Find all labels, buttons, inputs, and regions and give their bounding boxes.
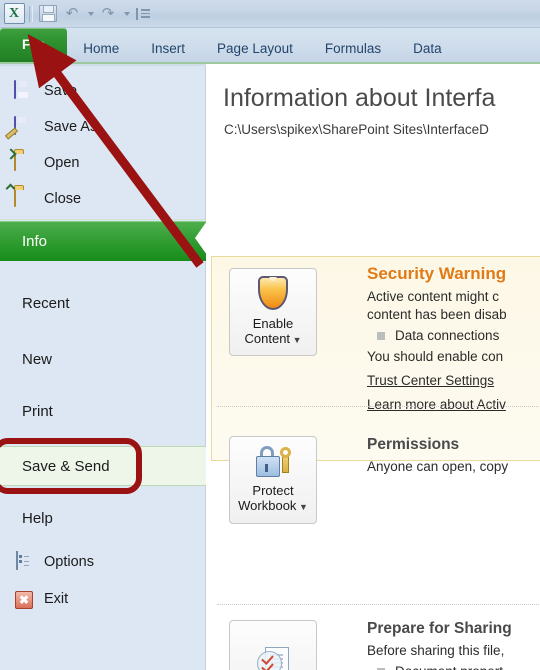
options-icon bbox=[14, 551, 36, 572]
sidebar-item-new[interactable]: New bbox=[0, 342, 206, 376]
permissions-text: Permissions Anyone can open, copy bbox=[367, 436, 508, 476]
backstage-sidebar: Save Save As Open Close Info Recent New … bbox=[0, 64, 207, 670]
tab-page-layout[interactable]: Page Layout bbox=[201, 34, 309, 64]
sidebar-item-open[interactable]: Open bbox=[0, 146, 206, 180]
excel-backstage-window: X ↶ ↷ File Home Insert Page Layout Formu… bbox=[0, 0, 540, 670]
sidebar-item-print[interactable]: Print bbox=[0, 394, 206, 428]
enable-content-button-label: Enable Content ▼ bbox=[244, 316, 302, 346]
customize-quick-access-icon[interactable] bbox=[132, 2, 154, 25]
security-warning-bullet: Data connections bbox=[395, 328, 500, 343]
sidebar-item-options[interactable]: Options bbox=[0, 545, 206, 579]
toolbar-separator bbox=[29, 5, 33, 22]
tab-data[interactable]: Data bbox=[397, 34, 458, 64]
tab-insert[interactable]: Insert bbox=[135, 34, 201, 64]
section-divider bbox=[217, 406, 540, 407]
prepare-for-sharing-bullet: Document propert bbox=[395, 664, 503, 670]
file-path-label: C:\Users\spikex\SharePoint Sites\Interfa… bbox=[224, 122, 489, 137]
sidebar-item-label: Help bbox=[22, 509, 53, 527]
tab-formulas[interactable]: Formulas bbox=[309, 34, 397, 64]
open-folder-icon bbox=[14, 152, 36, 173]
sidebar-item-help[interactable]: Help bbox=[0, 501, 206, 535]
security-warning-text: Security Warning Active content might c … bbox=[367, 264, 507, 412]
permissions-heading: Permissions bbox=[367, 436, 460, 453]
sidebar-item-label: Close bbox=[44, 191, 82, 207]
page-title: Information about Interfa bbox=[223, 84, 496, 112]
enable-content-line2: Content bbox=[244, 331, 291, 346]
security-warning-body-line2: content has been disab bbox=[367, 307, 507, 322]
sidebar-item-label: Open bbox=[44, 155, 80, 171]
sidebar-item-recent[interactable]: Recent bbox=[0, 286, 206, 320]
protect-workbook-line1: Protect bbox=[252, 483, 294, 498]
sidebar-item-label: Exit bbox=[44, 591, 69, 607]
info-pane: Information about Interfa C:\Users\spike… bbox=[207, 64, 540, 670]
enable-content-button[interactable]: Enable Content ▼ bbox=[229, 268, 317, 356]
sidebar-item-save-and-send[interactable]: Save & Send bbox=[0, 446, 206, 486]
undo-dropdown-icon[interactable] bbox=[84, 2, 96, 25]
save-floppy-icon bbox=[14, 80, 36, 101]
bullet-square-icon bbox=[377, 331, 385, 340]
save-floppy-icon[interactable] bbox=[36, 2, 60, 25]
sidebar-item-label: Save As bbox=[44, 119, 98, 135]
lock-key-icon bbox=[256, 445, 291, 477]
tab-file[interactable]: File bbox=[0, 28, 68, 64]
sidebar-item-label: Options bbox=[44, 554, 94, 570]
sidebar-item-label: Print bbox=[22, 402, 53, 420]
sidebar-item-label: Recent bbox=[22, 294, 70, 312]
sidebar-item-save-as[interactable]: Save As bbox=[0, 110, 206, 144]
undo-arrow-icon[interactable]: ↶ bbox=[60, 2, 84, 25]
quick-access-toolbar: X ↶ ↷ bbox=[2, 1, 154, 26]
protect-workbook-line2: Workbook bbox=[238, 498, 297, 513]
protect-workbook-button-label: Protect Workbook ▼ bbox=[238, 483, 308, 513]
sidebar-item-label: Save bbox=[44, 83, 78, 99]
sidebar-item-label: Info bbox=[22, 232, 48, 250]
save-as-icon bbox=[14, 116, 36, 137]
sidebar-item-exit[interactable]: ✖ Exit bbox=[0, 582, 206, 616]
sidebar-item-label: New bbox=[22, 350, 53, 368]
protect-workbook-button[interactable]: Protect Workbook ▼ bbox=[229, 436, 317, 524]
tab-home[interactable]: Home bbox=[67, 34, 135, 64]
security-warning-heading: Security Warning bbox=[367, 264, 507, 283]
title-bar: X ↶ ↷ bbox=[0, 0, 540, 28]
sidebar-item-info[interactable]: Info bbox=[0, 221, 207, 261]
sidebar-item-close[interactable]: Close bbox=[0, 182, 206, 216]
section-divider bbox=[217, 604, 540, 605]
trust-center-settings-link[interactable]: Trust Center Settings bbox=[367, 373, 507, 388]
sidebar-item-save[interactable]: Save bbox=[0, 74, 206, 108]
excel-logo-icon[interactable]: X bbox=[2, 2, 26, 25]
learn-more-active-content-link[interactable]: Learn more about Activ bbox=[367, 397, 507, 412]
prepare-for-sharing-body-line1: Before sharing this file, bbox=[367, 643, 505, 658]
shield-icon bbox=[258, 276, 288, 310]
info-top-edge bbox=[0, 219, 206, 220]
ribbon-tabs: File Home Insert Page Layout Formulas Da… bbox=[0, 28, 458, 64]
prepare-for-sharing-text: Prepare for Sharing Before sharing this … bbox=[367, 620, 512, 670]
ribbon-tab-strip: File Home Insert Page Layout Formulas Da… bbox=[0, 28, 540, 64]
document-check-icon bbox=[257, 647, 289, 670]
exit-icon: ✖ bbox=[14, 589, 36, 609]
sidebar-item-label: Save & Send bbox=[22, 457, 110, 475]
security-warning-body-line3: You should enable con bbox=[367, 349, 504, 364]
redo-arrow-icon[interactable]: ↷ bbox=[96, 2, 120, 25]
check-for-issues-button[interactable] bbox=[229, 620, 317, 670]
enable-content-line1: Enable bbox=[252, 316, 294, 331]
backstage-view: Save Save As Open Close Info Recent New … bbox=[0, 64, 540, 670]
close-folder-icon bbox=[14, 188, 36, 209]
prepare-for-sharing-heading: Prepare for Sharing bbox=[367, 620, 512, 637]
sidebar-top-edge bbox=[0, 64, 206, 66]
security-warning-body-line1: Active content might c bbox=[367, 289, 500, 304]
permissions-body-line1: Anyone can open, copy bbox=[367, 459, 509, 474]
redo-dropdown-icon[interactable] bbox=[120, 2, 132, 25]
